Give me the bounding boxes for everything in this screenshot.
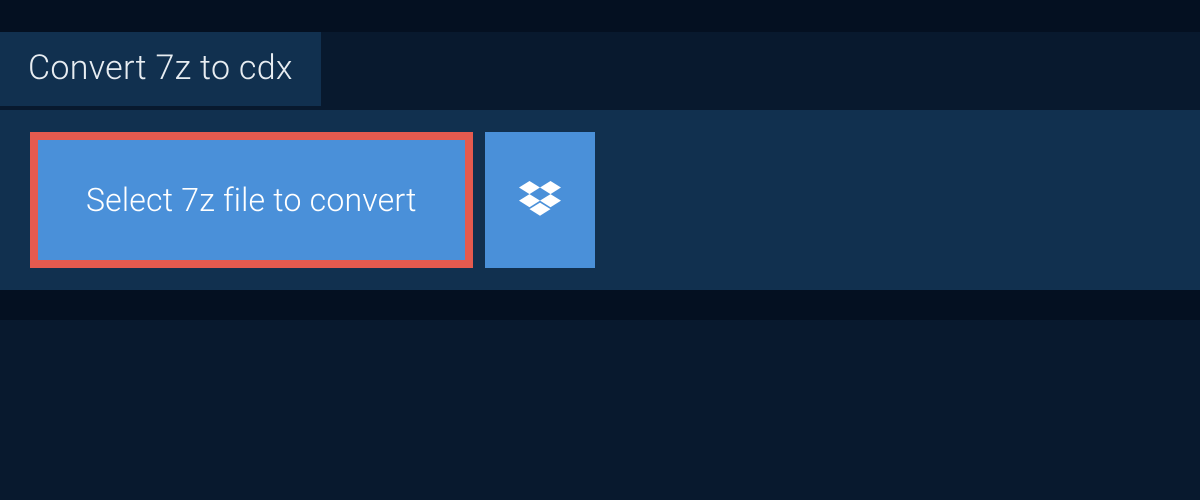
tab-title: Convert 7z to cdx bbox=[28, 48, 293, 88]
top-strip bbox=[0, 0, 1200, 32]
select-file-label: Select 7z file to convert bbox=[86, 181, 417, 219]
dropbox-button[interactable] bbox=[485, 132, 595, 268]
upload-panel: Select 7z file to convert bbox=[0, 110, 1200, 290]
select-file-button[interactable]: Select 7z file to convert bbox=[30, 132, 473, 268]
conversion-tab[interactable]: Convert 7z to cdx bbox=[0, 32, 321, 106]
dropbox-icon bbox=[519, 177, 561, 223]
bottom-strip bbox=[0, 290, 1200, 320]
